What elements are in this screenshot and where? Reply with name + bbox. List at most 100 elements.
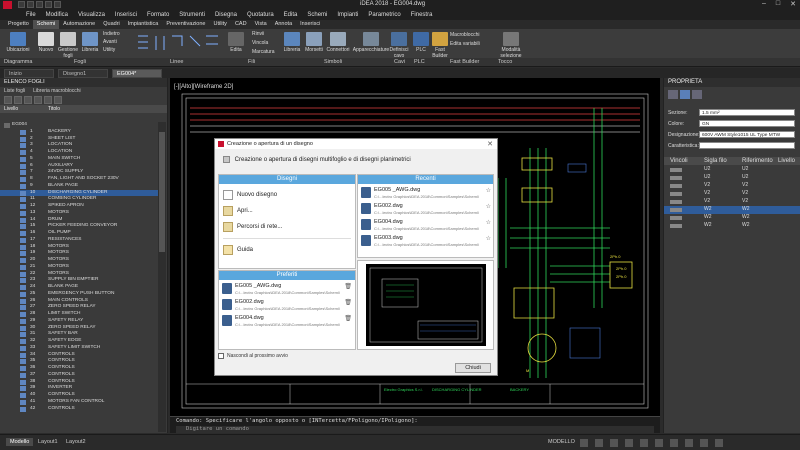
menu-edita[interactable]: Edita bbox=[284, 12, 298, 18]
table-row[interactable]: V2 V2 bbox=[664, 190, 800, 198]
list-item[interactable]: 38 CONTROLS bbox=[0, 379, 158, 386]
menu-disegna[interactable]: Disegna bbox=[215, 12, 237, 18]
hide-next-start-checkbox[interactable]: Nascondi al prossimo avvio bbox=[218, 353, 288, 359]
list-item[interactable]: 23 SUPPLY BIN EMPTIER bbox=[0, 277, 158, 284]
list-item[interactable]: 34 CONTROLS bbox=[0, 352, 158, 359]
list-item[interactable]: 28 LIMIT SWITCH bbox=[0, 311, 158, 318]
macroblocchi-button[interactable]: Macroblocchi bbox=[450, 32, 479, 38]
list-item[interactable]: 3 LOCATION bbox=[0, 142, 158, 149]
menu-visualizza[interactable]: Visualizza bbox=[78, 12, 105, 18]
move-up-icon[interactable] bbox=[34, 96, 42, 104]
morsetti-button[interactable]: Morsetti bbox=[303, 32, 325, 53]
menu-file[interactable]: File bbox=[26, 12, 36, 18]
annotation-icon[interactable] bbox=[670, 439, 678, 447]
utility-button[interactable]: Utility bbox=[103, 47, 115, 53]
app-logo-icon[interactable] bbox=[3, 1, 12, 9]
chiudi-button[interactable]: Chiudi bbox=[455, 363, 491, 373]
polar-icon[interactable] bbox=[625, 439, 633, 447]
connettori-button[interactable]: Connettori bbox=[325, 32, 351, 53]
field-colore[interactable]: GN bbox=[699, 120, 795, 127]
menu-schemi[interactable]: Schemi bbox=[307, 12, 327, 18]
apri-button[interactable]: Apri... bbox=[223, 206, 253, 216]
list-item[interactable]: EG002.dwg C:\...lectro Graphics\iDEA 2018… bbox=[222, 299, 352, 314]
doc-tab-disegno1[interactable]: Disegno1 bbox=[58, 69, 108, 78]
indietro-button[interactable]: Indietro bbox=[103, 31, 120, 37]
field-caratteristica[interactable] bbox=[699, 142, 795, 149]
copy-sheet-icon[interactable] bbox=[24, 96, 32, 104]
doc-tab-inizio[interactable]: Inizio bbox=[4, 69, 54, 78]
subtab-libreria-macroblocchi[interactable]: Libreria macroblocchi bbox=[33, 88, 81, 94]
lock-icon[interactable] bbox=[670, 208, 682, 212]
table-row[interactable]: U2 U2 bbox=[664, 166, 800, 174]
list-item[interactable]: 1 BACKERY bbox=[0, 129, 158, 136]
list-item[interactable]: 31 SAFETY BAR bbox=[0, 331, 158, 338]
grid-icon[interactable] bbox=[580, 439, 588, 447]
avanti-button[interactable]: Avanti bbox=[103, 39, 117, 45]
table-row[interactable]: U2 U2 bbox=[664, 174, 800, 182]
lock-icon[interactable] bbox=[670, 192, 682, 196]
list-item[interactable]: 16 OIL PUMP bbox=[0, 230, 158, 237]
list-item[interactable]: EG004 bbox=[0, 122, 158, 129]
list-item[interactable]: 9 BLANK PAGE bbox=[0, 183, 158, 190]
tab-progetto[interactable]: Progetto bbox=[4, 20, 33, 29]
column-livello[interactable]: Livello bbox=[4, 106, 18, 112]
list-item[interactable]: 40 CONTROLS bbox=[0, 392, 158, 399]
trash-icon[interactable]: 🗑 bbox=[344, 315, 352, 322]
modalita-selezione-button[interactable]: Modalità selezione bbox=[494, 32, 528, 59]
list-item[interactable]: 41 MOTORS FAN CONTROL bbox=[0, 399, 158, 406]
tab-cad[interactable]: CAD bbox=[231, 20, 251, 29]
lock-icon[interactable] bbox=[670, 176, 682, 180]
menu-quotatura[interactable]: Quotatura bbox=[247, 12, 274, 18]
line-tools-group[interactable] bbox=[134, 32, 224, 54]
lock-icon[interactable] bbox=[670, 168, 682, 172]
new-icon[interactable] bbox=[18, 1, 25, 8]
table-row[interactable]: V2 V2 bbox=[664, 182, 800, 190]
rinvii-button[interactable]: Rinvii bbox=[252, 31, 264, 37]
list-item[interactable]: EG002.dwg C:\...lectro Graphics\iDEA 2018… bbox=[361, 203, 491, 218]
menu-finestra[interactable]: Finestra bbox=[411, 12, 433, 18]
fast-builder-button[interactable]: Fast Builder bbox=[430, 32, 450, 59]
marcatura-button[interactable]: Marcatura bbox=[252, 49, 275, 55]
libreria-simboli-button[interactable]: Libreria bbox=[282, 32, 302, 53]
list-item[interactable]: EG004.dwg C:\...lectro Graphics\iDEA 2018… bbox=[361, 219, 491, 234]
redo-icon[interactable] bbox=[54, 1, 61, 8]
list-item[interactable]: 5 MAIN SWITCH bbox=[0, 156, 158, 163]
guida-button[interactable]: Guida bbox=[223, 245, 253, 255]
list-item[interactable]: 25 EMERGENCY PUSH BUTTON bbox=[0, 291, 158, 298]
list-item[interactable]: 39 INVERTER bbox=[0, 385, 158, 392]
list-item[interactable]: 21 MOTORS bbox=[0, 264, 158, 271]
list-item[interactable]: 33 SAFETY LIMIT SWITCH bbox=[0, 345, 158, 352]
settings-icon[interactable] bbox=[700, 439, 708, 447]
libreria-button[interactable]: Libreria bbox=[80, 32, 100, 53]
fullscreen-icon[interactable] bbox=[715, 439, 723, 447]
move-down-icon[interactable] bbox=[44, 96, 52, 104]
nuovo-button[interactable]: Nuovo bbox=[36, 32, 56, 53]
sheet-list-scrollbar[interactable] bbox=[158, 122, 166, 432]
checkbox-box[interactable] bbox=[218, 353, 224, 359]
list-item[interactable]: EG005 _AWG.dwg C:\...lectro Graphics\iDEA… bbox=[222, 283, 352, 298]
star-icon[interactable]: ☆ bbox=[486, 187, 491, 194]
tab-layout2[interactable]: Layout2 bbox=[62, 438, 90, 446]
tab-annota[interactable]: Annota bbox=[271, 20, 296, 29]
subtab-liste-fogli[interactable]: Liste fogli bbox=[4, 88, 25, 94]
vincola-button[interactable]: Vincola bbox=[252, 40, 268, 46]
close-icon[interactable]: ✕ bbox=[487, 140, 493, 148]
save-icon[interactable] bbox=[36, 1, 43, 8]
minimize-icon[interactable]: – bbox=[762, 0, 766, 8]
ubicazioni-button[interactable]: Ubicazioni bbox=[4, 32, 32, 53]
add-sheet-icon[interactable] bbox=[4, 96, 12, 104]
open-icon[interactable] bbox=[27, 1, 34, 8]
apparecchiature-button[interactable]: Apparecchiature bbox=[351, 32, 391, 53]
list-item[interactable]: 13 MOTORS bbox=[0, 210, 158, 217]
list-item[interactable]: 27 ZERO SPEED RELAY bbox=[0, 304, 158, 311]
plc-button[interactable]: PLC bbox=[413, 32, 429, 53]
list-item[interactable]: 7 24VDC SUPPLY bbox=[0, 169, 158, 176]
tab-vista[interactable]: Vista bbox=[251, 20, 271, 29]
table-row[interactable]: V2 V2 bbox=[664, 198, 800, 206]
snap-icon[interactable] bbox=[595, 439, 603, 447]
menu-inserisci[interactable]: Inserisci bbox=[115, 12, 137, 18]
star-icon[interactable]: ☆ bbox=[486, 203, 491, 210]
column-titolo[interactable]: Titolo bbox=[48, 106, 60, 112]
maximize-icon[interactable]: □ bbox=[776, 0, 780, 8]
tab-layout1[interactable]: Layout1 bbox=[34, 438, 62, 446]
